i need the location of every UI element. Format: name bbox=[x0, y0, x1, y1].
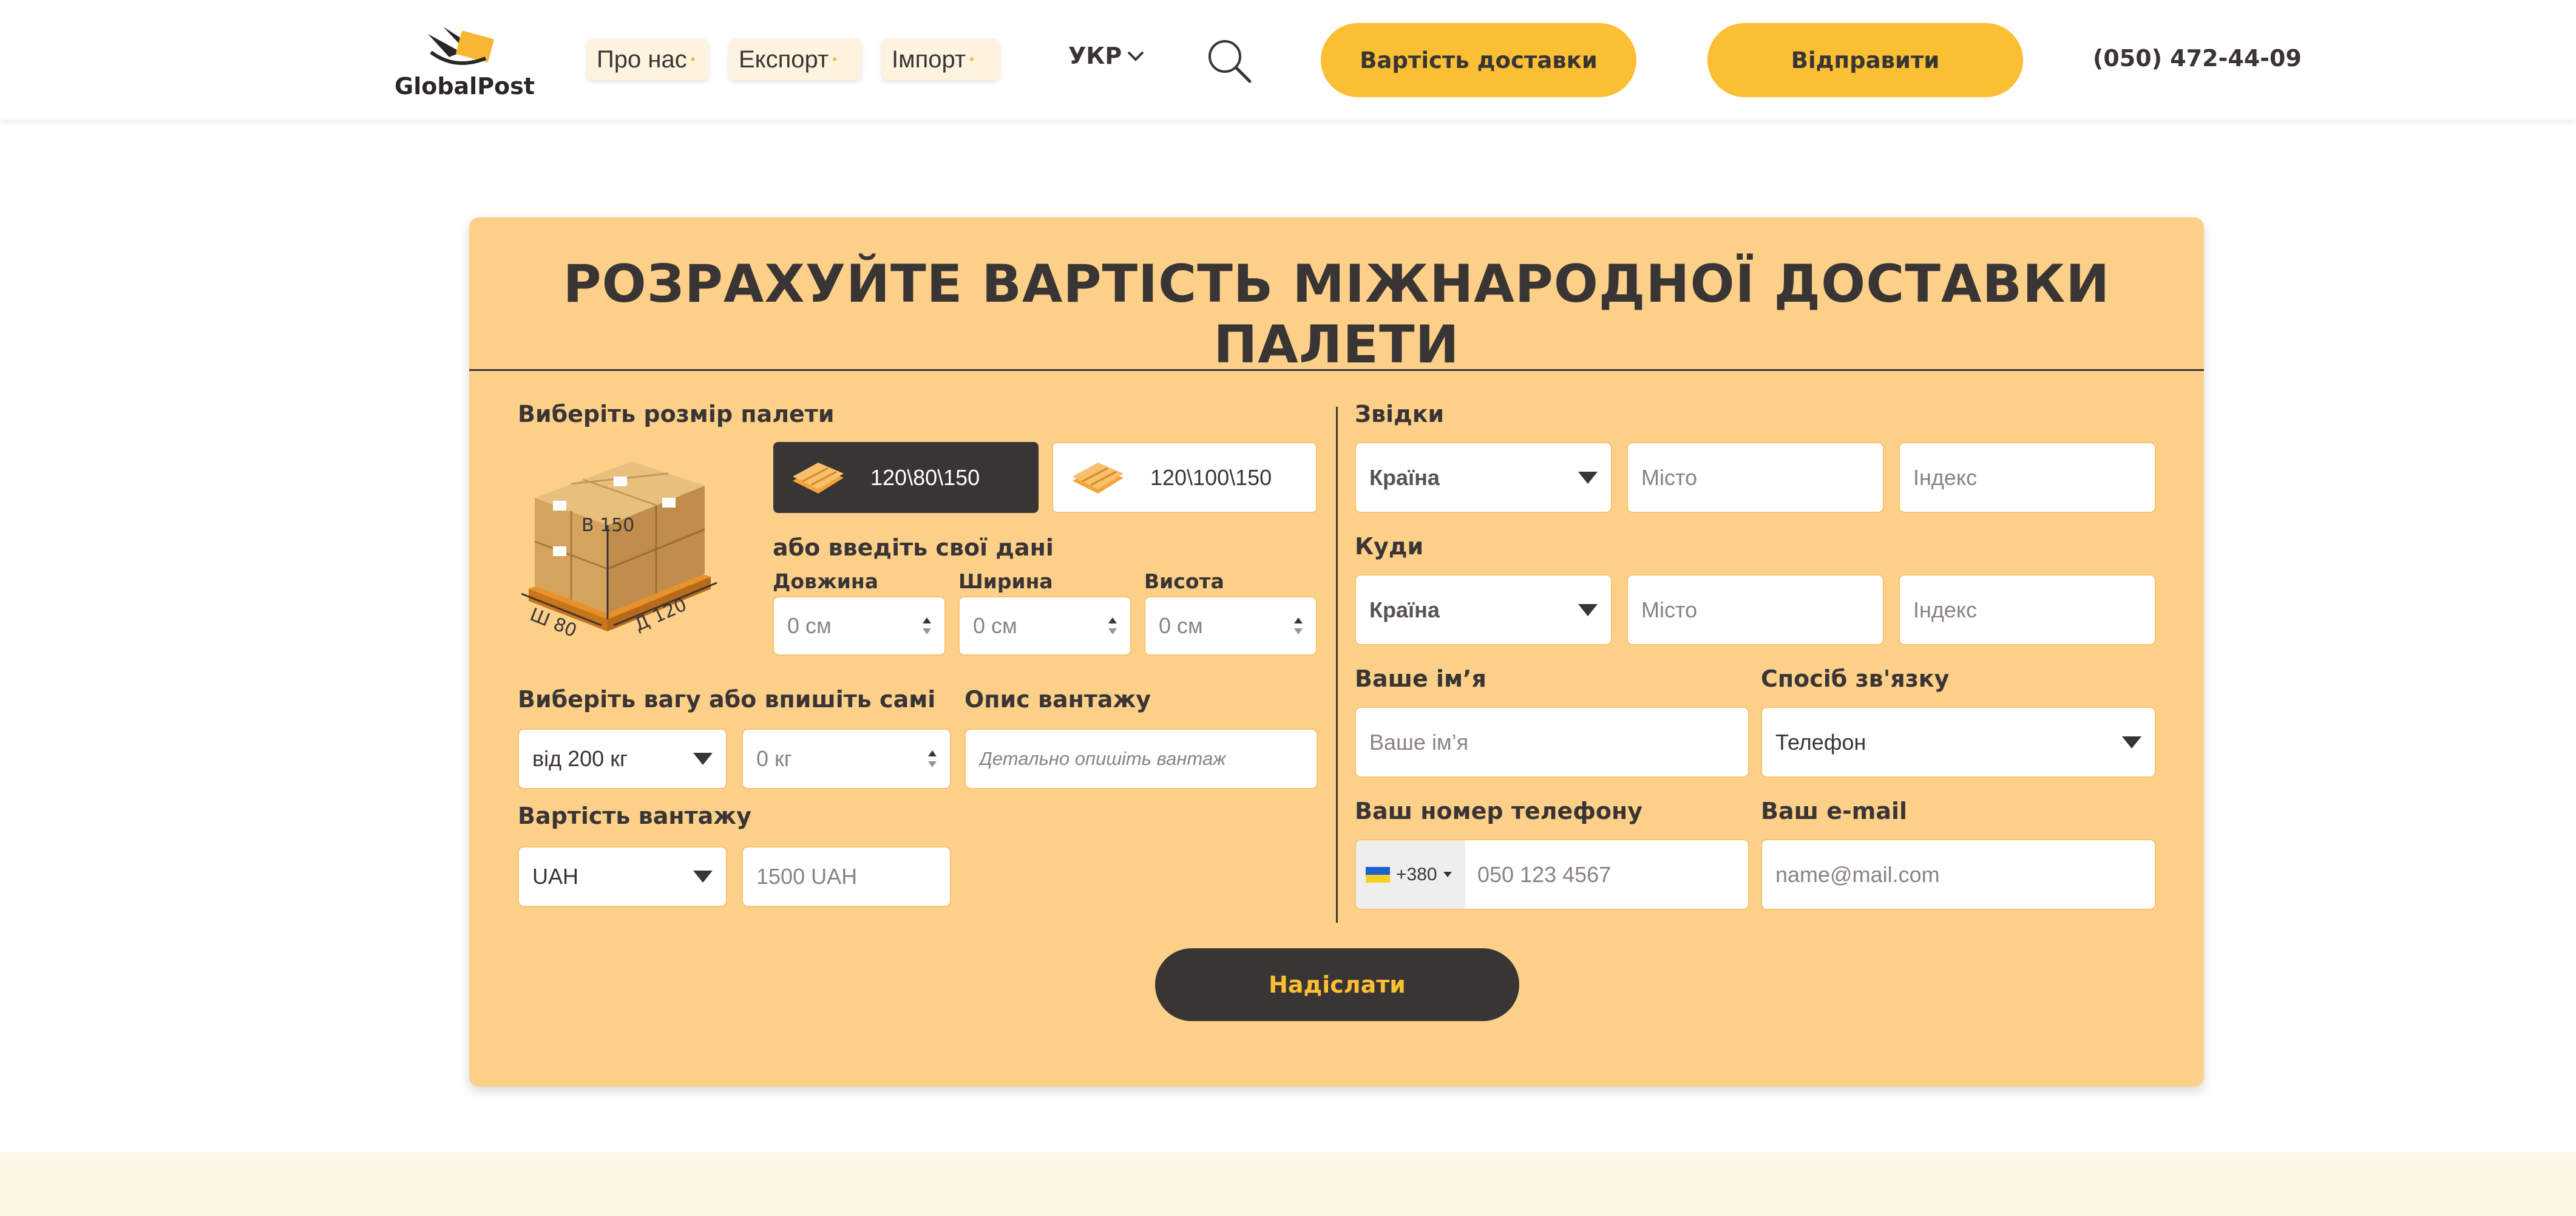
logo-text[interactable]: GlobalPost bbox=[395, 73, 535, 100]
pallet-icon bbox=[793, 462, 844, 494]
width-input[interactable]: 0 см bbox=[958, 596, 1131, 656]
contact-method-value: Телефон bbox=[1775, 729, 1866, 755]
number-stepper[interactable] bbox=[1294, 617, 1303, 634]
from-zip-input[interactable]: Індекс bbox=[1899, 442, 2156, 513]
ukraine-flag-icon bbox=[1366, 866, 1390, 883]
to-city-input[interactable]: Місто bbox=[1627, 574, 1884, 645]
email-placeholder: name@mail.com bbox=[1775, 861, 1940, 887]
height-label: Висота bbox=[1144, 569, 1224, 593]
width-placeholder: 0 см bbox=[973, 613, 1017, 638]
footer-band bbox=[0, 1152, 2576, 1216]
language-selector[interactable]: УКР bbox=[1068, 42, 1145, 69]
from-label: Звідки bbox=[1355, 401, 1445, 427]
email-input[interactable]: name@mail.com bbox=[1761, 839, 2156, 910]
chevron-down-icon bbox=[1578, 471, 1598, 484]
pallet-option-label: 120\100\150 bbox=[1150, 464, 1272, 490]
contact-method-label: Спосіб зв'язку bbox=[1761, 665, 1950, 692]
to-country-value: Країна bbox=[1369, 597, 1440, 622]
site-header: GlobalPost Про нас • Експорт • Імпорт • УКР… bbox=[0, 0, 2576, 120]
divider bbox=[1336, 407, 1338, 923]
country-code-select[interactable]: +380 bbox=[1356, 840, 1465, 909]
language-label: УКР bbox=[1068, 42, 1122, 69]
number-stepper[interactable] bbox=[923, 617, 931, 634]
header-phone[interactable]: (050) 472-44-09 bbox=[2093, 45, 2302, 72]
chevron-down-icon bbox=[2122, 736, 2141, 749]
nav-about-label: Про нас bbox=[597, 46, 687, 73]
from-country-value: Країна bbox=[1369, 464, 1440, 490]
currency-value: UAH bbox=[532, 864, 579, 889]
phone-input[interactable]: +380 050 123 4567 bbox=[1355, 839, 1749, 910]
weight-placeholder: 0 кг bbox=[756, 746, 792, 771]
search-icon[interactable] bbox=[1205, 36, 1253, 85]
to-label: Куди bbox=[1355, 533, 1424, 560]
cargo-value-label: Вартість вантажу bbox=[518, 803, 751, 829]
cargo-desc-placeholder: Детально опишіть вантаж bbox=[979, 748, 1226, 769]
height-dim-label: В 150 bbox=[581, 515, 634, 536]
chevron-down-icon bbox=[1443, 872, 1452, 877]
cargo-desc-input[interactable]: Детально опишіть вантаж bbox=[964, 729, 1318, 789]
from-country-select[interactable]: Країна bbox=[1355, 442, 1612, 513]
contact-method-select[interactable]: Телефон bbox=[1761, 707, 2156, 778]
number-stepper[interactable] bbox=[1108, 617, 1117, 634]
pallet-illustration: В 150 Ш 80 Д 120 bbox=[521, 461, 717, 642]
from-city-placeholder: Місто bbox=[1641, 464, 1698, 490]
nav-import[interactable]: Імпорт • bbox=[882, 39, 1000, 80]
pallet-size-label: Виберіть розмір палети bbox=[518, 401, 835, 427]
to-zip-placeholder: Індекс bbox=[1913, 597, 1978, 622]
height-placeholder: 0 см bbox=[1159, 613, 1203, 638]
weight-select-value: від 200 кг bbox=[532, 746, 628, 771]
to-country-select[interactable]: Країна bbox=[1355, 574, 1612, 645]
page-title: РОЗРАХУЙТЕ ВАРТІСТЬ МІЖНАРОДНОЇ ДОСТАВКИ… bbox=[563, 254, 2110, 375]
from-city-input[interactable]: Місто bbox=[1627, 442, 1884, 513]
delivery-cost-button[interactable]: Вартість доставки bbox=[1321, 23, 1636, 97]
nav-export[interactable]: Експорт • bbox=[729, 39, 861, 80]
width-label: Ширина bbox=[958, 569, 1053, 593]
submit-button[interactable]: Надіслати bbox=[1155, 948, 1519, 1021]
chevron-down-icon bbox=[693, 871, 713, 883]
cargo-value-input[interactable]: 1500 UAH bbox=[742, 846, 951, 907]
from-zip-placeholder: Індекс bbox=[1913, 464, 1978, 490]
name-label: Ваше ім’я bbox=[1355, 665, 1486, 692]
length-placeholder: 0 см bbox=[787, 613, 832, 638]
length-input[interactable]: 0 см bbox=[773, 596, 946, 656]
country-code-value: +380 bbox=[1396, 864, 1437, 885]
phone-placeholder: 050 123 4567 bbox=[1477, 861, 1612, 887]
number-stepper[interactable] bbox=[928, 750, 937, 767]
weight-label: Виберіть вагу або впишіть самі bbox=[518, 686, 936, 713]
height-input[interactable]: 0 см bbox=[1144, 596, 1317, 656]
pallet-calculator-card: РОЗРАХУЙТЕ ВАРТІСТЬ МІЖНАРОДНОЇ ДОСТАВКИ… bbox=[469, 217, 2204, 1087]
cargo-desc-label: Опис вантажу bbox=[964, 686, 1151, 713]
to-city-placeholder: Місто bbox=[1641, 597, 1698, 622]
phone-label: Ваш номер телефону bbox=[1355, 798, 1643, 824]
weight-select[interactable]: від 200 кг bbox=[518, 729, 727, 789]
email-label: Ваш e-mail bbox=[1761, 798, 1908, 824]
currency-select[interactable]: UAH bbox=[518, 846, 727, 907]
chevron-down-icon bbox=[1578, 603, 1598, 616]
divider bbox=[469, 369, 2204, 371]
name-input[interactable]: Ваше ім’я bbox=[1355, 707, 1749, 778]
weight-input[interactable]: 0 кг bbox=[742, 729, 951, 789]
name-placeholder: Ваше ім’я bbox=[1369, 729, 1469, 755]
nav-import-label: Імпорт bbox=[892, 46, 966, 73]
chevron-down-icon bbox=[693, 753, 713, 765]
to-zip-input[interactable]: Індекс bbox=[1899, 574, 2156, 645]
chevron-down-icon: • bbox=[969, 52, 974, 67]
chevron-down-icon: • bbox=[832, 52, 837, 67]
chevron-down-icon: • bbox=[690, 52, 696, 67]
custom-dims-label: або введіть свої дані bbox=[773, 534, 1054, 561]
chevron-down-icon bbox=[1127, 51, 1144, 61]
pallet-option-120-100-150[interactable]: 120\100\150 bbox=[1052, 442, 1317, 513]
nav-about[interactable]: Про нас • bbox=[587, 39, 708, 80]
cargo-value-placeholder: 1500 UAH bbox=[756, 864, 858, 889]
send-button[interactable]: Відправити bbox=[1707, 23, 2023, 97]
nav-export-label: Експорт bbox=[739, 46, 829, 73]
pallet-option-120-80-150[interactable]: 120\80\150 bbox=[773, 442, 1039, 513]
pallet-icon bbox=[1073, 462, 1124, 494]
pallet-option-label: 120\80\150 bbox=[870, 464, 980, 490]
length-label: Довжина bbox=[773, 569, 878, 593]
